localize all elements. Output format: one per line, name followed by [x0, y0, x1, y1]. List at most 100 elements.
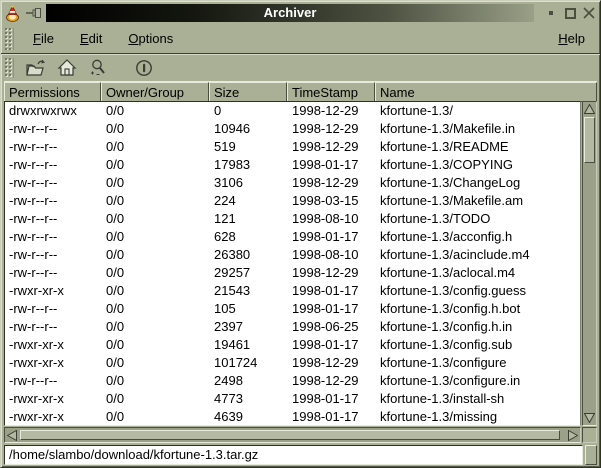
table-row[interactable]: -rw-r--r-- 0/0 628 1998-01-17 kfortune-1…	[5, 228, 580, 246]
maximize-button[interactable]	[562, 5, 578, 21]
table-row[interactable]: -rw-r--r-- 0/0 2498 1998-12-29 kfortune-…	[5, 372, 580, 390]
cell-name: kfortune-1.3/missing	[376, 408, 580, 426]
archiver-app-icon[interactable]	[4, 5, 21, 22]
vertical-scrollbar[interactable]	[582, 101, 597, 426]
archiver-window: Archiver File Edit Options Help	[0, 0, 601, 468]
table-row[interactable]: -rw-r--r-- 0/0 26380 1998-08-10 kfortune…	[5, 246, 580, 264]
toolbar	[1, 54, 600, 81]
table-row[interactable]: -rwxr-xr-x 0/0 4639 1998-01-17 kfortune-…	[5, 408, 580, 426]
header-owner-group[interactable]: Owner/Group	[101, 82, 209, 102]
horizontal-scrollbar[interactable]	[4, 427, 581, 443]
table-row[interactable]: -rwxr-xr-x 0/0 21543 1998-01-17 kfortune…	[5, 282, 580, 300]
cell-permissions: -rw-r--r--	[5, 138, 102, 156]
scroll-left-icon	[7, 430, 17, 441]
cell-owner-group: 0/0	[102, 228, 210, 246]
cell-name: kfortune-1.3/config.h.in	[376, 318, 580, 336]
cell-size: 224	[210, 192, 288, 210]
cell-permissions: -rwxr-xr-x	[5, 408, 102, 426]
header-name[interactable]: Name	[375, 82, 597, 102]
table-row[interactable]: -rw-r--r-- 0/0 105 1998-01-17 kfortune-1…	[5, 300, 580, 318]
minimize-button[interactable]	[543, 5, 559, 21]
cell-owner-group: 0/0	[102, 336, 210, 354]
cell-timestamp: 1998-06-25	[288, 318, 376, 336]
statusbar: /home/slambo/download/kfortune-1.3.tar.g…	[4, 445, 597, 465]
header-timestamp[interactable]: TimeStamp	[287, 82, 375, 102]
cell-size: 121	[210, 210, 288, 228]
cell-size: 101724	[210, 354, 288, 372]
folder-open-icon	[25, 58, 47, 78]
home-button[interactable]	[55, 57, 79, 79]
cell-timestamp: 1998-12-29	[288, 372, 376, 390]
titlebar[interactable]: Archiver	[4, 3, 597, 23]
maximize-icon	[565, 8, 576, 19]
menu-file[interactable]: File	[28, 29, 59, 48]
cell-permissions: -rw-r--r--	[5, 192, 102, 210]
table-row[interactable]: -rw-r--r-- 0/0 224 1998-03-15 kfortune-1…	[5, 192, 580, 210]
cell-name: kfortune-1.3/TODO	[376, 210, 580, 228]
toolbar-gripper[interactable]	[5, 58, 14, 78]
pin-icon[interactable]	[26, 6, 42, 20]
open-archive-button[interactable]	[24, 57, 48, 79]
cell-timestamp: 1998-12-29	[288, 138, 376, 156]
table-row[interactable]: -rwxr-xr-x 0/0 4773 1998-01-17 kfortune-…	[5, 390, 580, 408]
cell-name: kfortune-1.3/COPYING	[376, 156, 580, 174]
archive-path: /home/slambo/download/kfortune-1.3.tar.g…	[4, 445, 583, 465]
scroll-down-button[interactable]	[583, 411, 597, 425]
cell-permissions: -rw-r--r--	[5, 210, 102, 228]
table-row[interactable]: -rwxr-xr-x 0/0 19461 1998-01-17 kfortune…	[5, 336, 580, 354]
table-row[interactable]: -rw-r--r-- 0/0 29257 1998-12-29 kfortune…	[5, 264, 580, 282]
cell-size: 519	[210, 138, 288, 156]
header-size[interactable]: Size	[209, 82, 287, 102]
info-button[interactable]	[132, 57, 156, 79]
cell-owner-group: 0/0	[102, 282, 210, 300]
table-row[interactable]: -rw-r--r-- 0/0 10946 1998-12-29 kfortune…	[5, 120, 580, 138]
table-row[interactable]: -rw-r--r-- 0/0 3106 1998-12-29 kfortune-…	[5, 174, 580, 192]
window-title: Archiver	[46, 4, 534, 22]
scroll-up-button[interactable]	[583, 102, 597, 116]
horizontal-scroll-thumb[interactable]	[20, 430, 560, 440]
cell-permissions: -rw-r--r--	[5, 318, 102, 336]
cell-timestamp: 1998-12-29	[288, 264, 376, 282]
cell-owner-group: 0/0	[102, 120, 210, 138]
table-row[interactable]: -rw-r--r-- 0/0 2397 1998-06-25 kfortune-…	[5, 318, 580, 336]
magnifier-icon	[88, 58, 108, 78]
cell-timestamp: 1998-12-29	[288, 102, 376, 120]
cell-size: 29257	[210, 264, 288, 282]
cell-timestamp: 1998-12-29	[288, 120, 376, 138]
vertical-scroll-thumb[interactable]	[584, 117, 595, 163]
table-row[interactable]: -rw-r--r-- 0/0 17983 1998-01-17 kfortune…	[5, 156, 580, 174]
resize-grip[interactable]	[585, 445, 597, 465]
cell-name: kfortune-1.3/aclocal.m4	[376, 264, 580, 282]
find-button[interactable]	[86, 57, 110, 79]
menu-options[interactable]: Options	[123, 29, 178, 48]
header-permissions[interactable]: Permissions	[4, 82, 101, 102]
cell-owner-group: 0/0	[102, 354, 210, 372]
cell-permissions: -rw-r--r--	[5, 372, 102, 390]
table-row[interactable]: drwxrwxrwx 0/0 0 1998-12-29 kfortune-1.3…	[5, 102, 580, 120]
cell-timestamp: 1998-01-17	[288, 390, 376, 408]
cell-size: 2397	[210, 318, 288, 336]
cell-size: 4639	[210, 408, 288, 426]
cell-permissions: -rw-r--r--	[5, 228, 102, 246]
scroll-left-button[interactable]	[5, 428, 19, 442]
cell-size: 26380	[210, 246, 288, 264]
info-icon	[134, 58, 154, 78]
cell-timestamp: 1998-01-17	[288, 336, 376, 354]
table-row[interactable]: -rw-r--r-- 0/0 121 1998-08-10 kfortune-1…	[5, 210, 580, 228]
scroll-down-icon	[584, 413, 595, 423]
cell-name: kfortune-1.3/config.sub	[376, 336, 580, 354]
cell-name: kfortune-1.3/README	[376, 138, 580, 156]
cell-name: kfortune-1.3/ChangeLog	[376, 174, 580, 192]
menu-help[interactable]: Help	[553, 29, 590, 48]
menubar-gripper[interactable]	[5, 28, 14, 50]
menu-edit[interactable]: Edit	[75, 29, 107, 48]
table-row[interactable]: -rwxr-xr-x 0/0 101724 1998-12-29 kfortun…	[5, 354, 580, 372]
scroll-right-icon	[568, 430, 578, 441]
close-button[interactable]	[581, 5, 597, 21]
file-rows: drwxrwxrwx 0/0 0 1998-12-29 kfortune-1.3…	[5, 102, 580, 426]
cell-timestamp: 1998-08-10	[288, 210, 376, 228]
cell-name: kfortune-1.3/Makefile.am	[376, 192, 580, 210]
table-row[interactable]: -rw-r--r-- 0/0 519 1998-12-29 kfortune-1…	[5, 138, 580, 156]
cell-timestamp: 1998-08-10	[288, 246, 376, 264]
scroll-right-button[interactable]	[566, 428, 580, 442]
